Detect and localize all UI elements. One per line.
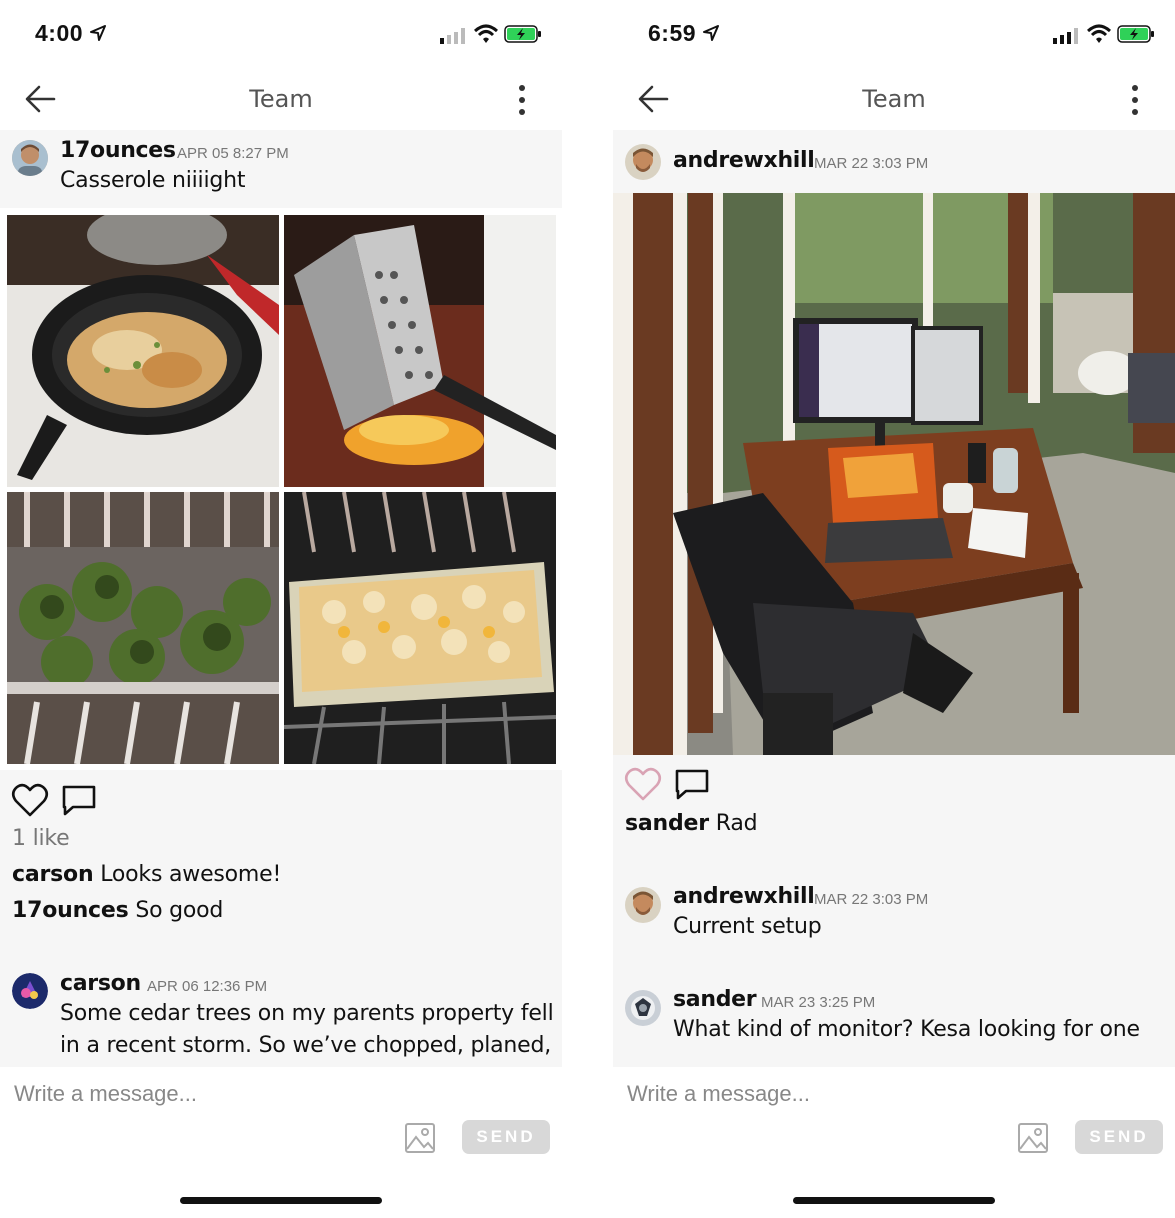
- location-arrow-icon: [90, 25, 106, 41]
- avatar[interactable]: [12, 140, 48, 176]
- message-input[interactable]: [625, 1075, 1149, 1113]
- battery-icon: [504, 25, 541, 43]
- page-title: Team: [249, 85, 313, 113]
- status-time: 4:00: [35, 20, 84, 46]
- photo-casserole[interactable]: [284, 492, 556, 764]
- comment-text: Looks awesome!: [100, 862, 282, 887]
- left-screen: 4:00 Team 17ounces APR 05 8:27 PM Casser…: [0, 0, 562, 1218]
- wifi-icon: [474, 24, 498, 43]
- signal-icon: [1053, 28, 1078, 44]
- heart-icon[interactable]: [11, 782, 49, 818]
- photo-grid[interactable]: [0, 208, 562, 770]
- send-button[interactable]: SEND: [1075, 1120, 1163, 1154]
- avatar[interactable]: [12, 973, 48, 1009]
- page-title: Team: [862, 85, 926, 113]
- comment-text: So good: [135, 898, 224, 923]
- screen-gutter: [562, 0, 613, 1218]
- comment-row: sander Rad: [625, 811, 758, 836]
- post-text: Some cedar trees on my parents property …: [60, 998, 555, 1062]
- message-feed[interactable]: 17ounces APR 05 8:27 PM Casserole niiiig…: [0, 130, 562, 1067]
- post-text-line: in a recent storm. So we’ve chopped, pla…: [60, 1033, 552, 1058]
- post-text: What kind of monitor? Kesa looking for o…: [673, 1017, 1140, 1042]
- post-username[interactable]: carson: [60, 971, 141, 996]
- post-username[interactable]: andrewxhill: [673, 148, 815, 173]
- post-timestamp: APR 06 12:36 PM: [147, 978, 268, 995]
- comment-row: 17ounces So good: [12, 898, 223, 923]
- nav-bar: Team: [0, 70, 562, 130]
- post-username[interactable]: andrewxhill: [673, 884, 815, 909]
- home-indicator[interactable]: [180, 1197, 382, 1204]
- comment-icon[interactable]: [674, 768, 710, 802]
- message-composer: SEND: [0, 1067, 562, 1218]
- comment-username[interactable]: sander: [625, 811, 709, 836]
- nav-bar: Team: [613, 70, 1175, 130]
- image-icon[interactable]: [404, 1122, 436, 1154]
- post-text: Current setup: [673, 914, 822, 939]
- message-composer: SEND: [613, 1067, 1175, 1218]
- photo-desk-setup[interactable]: [613, 193, 1175, 755]
- message-input[interactable]: [12, 1075, 536, 1113]
- right-screen: 6:59 Team andrewxhill MAR 22 3:03 PM san…: [613, 0, 1175, 1218]
- status-bar: 4:00: [0, 0, 562, 70]
- post-text-line: Some cedar trees on my parents property …: [60, 1001, 554, 1026]
- photo-skillet[interactable]: [7, 215, 279, 487]
- photo-broccoli[interactable]: [7, 492, 279, 764]
- send-button[interactable]: SEND: [462, 1120, 550, 1154]
- comment-username[interactable]: carson: [12, 862, 94, 887]
- comment-row: carson Looks awesome!: [12, 862, 281, 887]
- like-count[interactable]: 1 like: [12, 826, 70, 851]
- avatar[interactable]: [625, 144, 661, 180]
- post-text: Casserole niiiight: [60, 168, 246, 193]
- comment-text: Rad: [715, 811, 758, 836]
- post-timestamp: MAR 22 3:03 PM: [814, 155, 929, 172]
- signal-icon: [440, 28, 465, 44]
- avatar[interactable]: [625, 887, 661, 923]
- more-vertical-icon[interactable]: [1129, 84, 1141, 116]
- location-arrow-icon: [703, 25, 719, 41]
- message-feed[interactable]: andrewxhill MAR 22 3:03 PM sander Rad an…: [613, 130, 1175, 1067]
- post-timestamp: APR 05 8:27 PM: [177, 145, 289, 162]
- home-indicator[interactable]: [793, 1197, 995, 1204]
- comment-icon[interactable]: [61, 784, 97, 818]
- status-time: 6:59: [648, 20, 697, 46]
- status-bar: 6:59: [613, 0, 1175, 70]
- comment-username[interactable]: 17ounces: [12, 898, 129, 923]
- avatar[interactable]: [625, 990, 661, 1026]
- wifi-icon: [1087, 24, 1111, 43]
- photo-grater[interactable]: [284, 215, 556, 487]
- post-timestamp: MAR 23 3:25 PM: [761, 994, 876, 1011]
- post-username[interactable]: 17ounces: [60, 138, 176, 163]
- heart-icon[interactable]: [624, 766, 662, 802]
- more-vertical-icon[interactable]: [516, 84, 528, 116]
- image-icon[interactable]: [1017, 1122, 1049, 1154]
- post-timestamp: MAR 22 3:03 PM: [814, 891, 929, 908]
- battery-icon: [1117, 25, 1154, 43]
- post-username[interactable]: sander: [673, 987, 757, 1012]
